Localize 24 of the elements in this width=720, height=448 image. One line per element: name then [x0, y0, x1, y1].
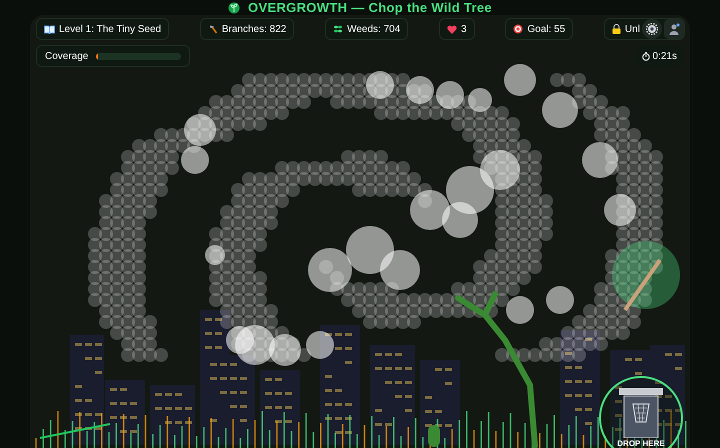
hud-text: Level 1: The Tiny Seed	[59, 22, 162, 36]
game-title: OVERGROWTH — Chop the Wild Tree	[248, 0, 492, 15]
hud-text: Unl	[624, 22, 640, 36]
hud-text: Branches: 822	[222, 22, 286, 36]
hud-text: Goal: 55	[527, 22, 566, 36]
target-icon	[513, 24, 524, 34]
hud-text: Weeds: 704	[347, 22, 400, 36]
padlock-icon	[612, 24, 621, 34]
hammer-icon	[208, 24, 218, 34]
drop-zone[interactable]: DROP HERE	[599, 376, 683, 448]
leaves-icon	[333, 24, 344, 34]
hud-text: 3	[461, 22, 467, 36]
axe-cursor-drawing	[612, 241, 680, 312]
heart-icon	[447, 24, 458, 34]
book-icon	[44, 24, 55, 34]
trash-bin-icon	[619, 388, 663, 438]
sprout-icon	[228, 2, 240, 14]
avatar-button[interactable]	[664, 19, 684, 39]
figure-icon	[668, 23, 680, 35]
timer-text: 0:21s	[652, 50, 677, 64]
stopwatch-icon	[642, 52, 650, 60]
coverage-label: Coverage	[45, 50, 88, 64]
drop-zone-label: DROP HERE	[617, 439, 665, 448]
settings-icon	[646, 23, 658, 35]
